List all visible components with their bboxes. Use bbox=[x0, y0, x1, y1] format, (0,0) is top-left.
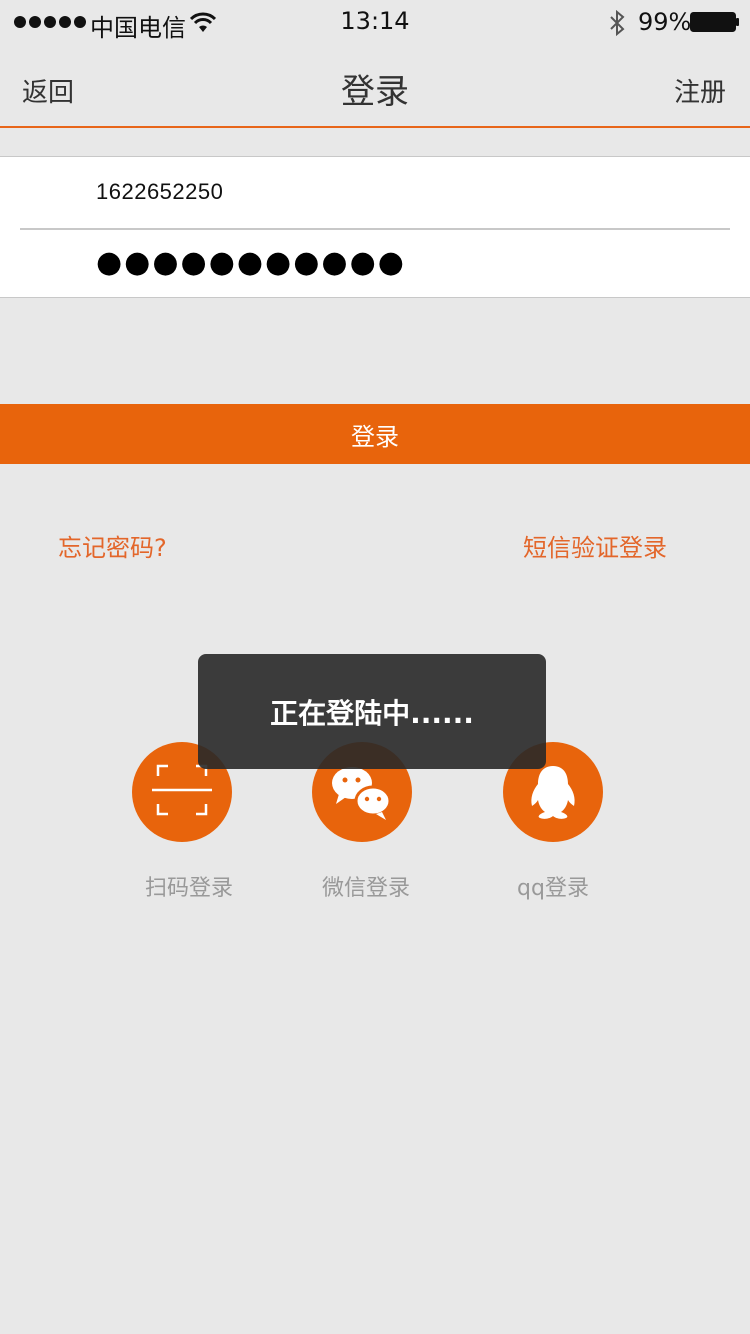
battery-icon bbox=[690, 12, 739, 32]
page-title: 登录 bbox=[341, 72, 409, 112]
password-input[interactable]: ●●●●●●●●●●● bbox=[96, 245, 406, 280]
wechat-login-label: 微信登录 bbox=[321, 876, 410, 901]
field-divider bbox=[20, 228, 730, 230]
bluetooth-icon bbox=[610, 10, 625, 36]
loading-toast: 正在登陆中...... bbox=[198, 654, 546, 769]
login-form: 1622652250 ●●●●●●●●●●● bbox=[0, 156, 750, 298]
status-bar: 中国电信 13:14 99% bbox=[0, 0, 750, 44]
battery-percent: 99% bbox=[638, 8, 692, 36]
register-button[interactable]: 注册 bbox=[674, 72, 726, 109]
scan-login-label: 扫码登录 bbox=[144, 876, 233, 901]
sms-login-link[interactable]: 短信验证登录 bbox=[523, 528, 667, 563]
login-button[interactable]: 登录 bbox=[0, 404, 750, 464]
qq-login-label: qq登录 bbox=[517, 876, 589, 901]
phone-input[interactable]: 1622652250 bbox=[96, 179, 223, 205]
navigation-bar: 返回 登录 注册 bbox=[0, 44, 750, 128]
forgot-password-link[interactable]: 忘记密码? bbox=[58, 528, 167, 563]
